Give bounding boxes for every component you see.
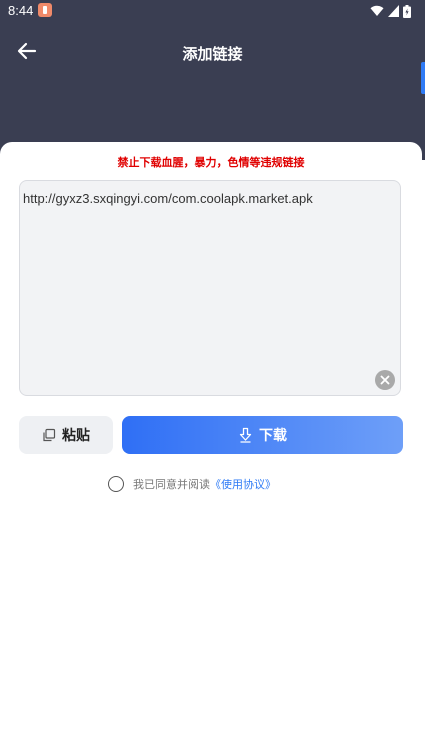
download-button[interactable]: 下载 [122, 416, 403, 454]
app-notification-icon [38, 3, 52, 17]
battery-icon [403, 4, 411, 18]
terms-link[interactable]: 《使用协议》 [210, 476, 276, 492]
link-form-card: 禁止下载血腥，暴力，色情等违规链接 http://gyxz3.sxqingyi.… [0, 142, 422, 749]
link-input[interactable]: http://gyxz3.sxqingyi.com/com.coolapk.ma… [19, 180, 401, 396]
signal-icon [388, 5, 399, 17]
page-title: 添加链接 [182, 45, 243, 63]
status-bar: 8:44 [0, 0, 425, 24]
paste-label: 粘贴 [62, 428, 90, 444]
status-time: 8:44 [8, 3, 34, 18]
paste-icon [43, 428, 56, 442]
link-input-value: http://gyxz3.sxqingyi.com/com.coolapk.ma… [23, 191, 313, 206]
download-icon [239, 427, 252, 443]
side-tab[interactable] [421, 62, 425, 94]
status-indicators [370, 4, 411, 18]
download-label: 下载 [259, 428, 287, 444]
agreement-checkbox[interactable] [108, 476, 124, 492]
clear-icon [380, 375, 390, 385]
wifi-icon [370, 5, 384, 17]
warning-text: 禁止下载血腥，暴力，色情等违规链接 [117, 156, 305, 169]
paste-button[interactable]: 粘贴 [19, 416, 113, 454]
agreement-row: 我已同意并阅读 《使用协议》 [108, 474, 276, 494]
agreement-text: 我已同意并阅读 [133, 478, 210, 491]
header-background [0, 0, 425, 160]
clear-button[interactable] [375, 370, 395, 390]
